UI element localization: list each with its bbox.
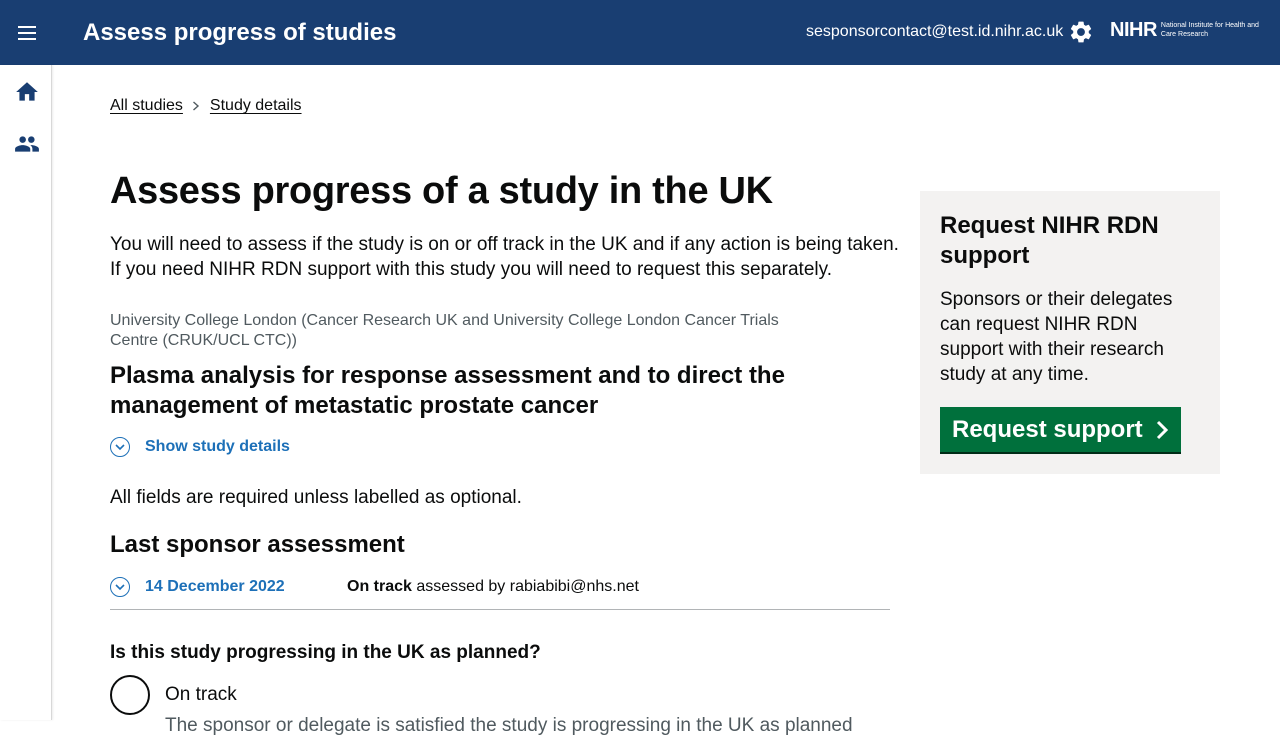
required-fields-note: All fields are required unless labelled … [110,487,522,508]
menu-icon-bar [18,26,36,28]
people-icon[interactable] [14,131,40,157]
assessment-assessor: assessed by rabiabibi@nhs.net [411,578,639,595]
radio-button[interactable] [110,675,150,715]
nihr-logo[interactable]: NIHR National Institute for Health and C… [1110,19,1261,41]
radio-label: On track [165,684,237,705]
app-title[interactable]: Assess progress of studies [83,18,396,48]
settings-icon[interactable] [1068,19,1094,45]
request-support-label: Request support [952,415,1143,443]
intro-text: You will need to assess if the study is … [110,234,899,280]
sidebar [0,65,52,720]
chevron-down-icon [110,437,130,457]
radio-hint: The sponsor or delegate is satisfied the… [165,715,853,736]
assessment-status: On track [347,578,412,595]
study-title: Plasma analysis for response assessment … [110,362,785,419]
assessment-date-toggle[interactable]: 14 December 2022 [110,577,285,597]
request-support-button[interactable]: Request support [940,407,1181,452]
logo-sub: National Institute for Health and Care R… [1160,22,1259,38]
user-email: sesponsorcontact@test.id.nihr.ac.uk [806,23,1064,40]
support-panel-text: Sponsors or their delegates can request … [940,289,1173,385]
menu-button[interactable] [12,18,42,48]
logo-main: NIHR [1110,19,1157,41]
assessment-date: 14 December 2022 [145,578,285,595]
last-assessment-heading: Last sponsor assessment [110,531,405,558]
chevron-right-icon [1156,420,1168,439]
menu-icon-bar [18,38,36,40]
breadcrumb-all-studies[interactable]: All studies [110,96,183,116]
app-header: Assess progress of studies sesponsorcont… [0,0,1280,65]
show-study-details-toggle[interactable]: Show study details [110,437,290,457]
breadcrumb-study-details[interactable]: Study details [210,96,302,116]
show-study-details-label: Show study details [145,438,290,455]
support-panel-title: Request NIHR RDN support [940,212,1159,269]
menu-icon-bar [18,32,36,34]
last-assessment-row: 14 December 2022 On track assessed by ra… [110,575,890,610]
breadcrumb: All studies Study details [110,96,302,116]
organisation-name: University College London (Cancer Resear… [110,312,779,349]
chevron-right-icon [192,101,199,111]
progress-question: Is this study progressing in the UK as p… [110,642,541,663]
assessment-summary: On track assessed by rabiabibi@nhs.net [347,578,639,596]
support-panel: Request NIHR RDN support Sponsors or the… [920,191,1220,474]
page-title: Assess progress of a study in the UK [110,170,773,212]
radio-on-track[interactable]: On track [110,675,237,715]
chevron-down-icon [110,577,130,597]
home-icon[interactable] [14,79,40,105]
